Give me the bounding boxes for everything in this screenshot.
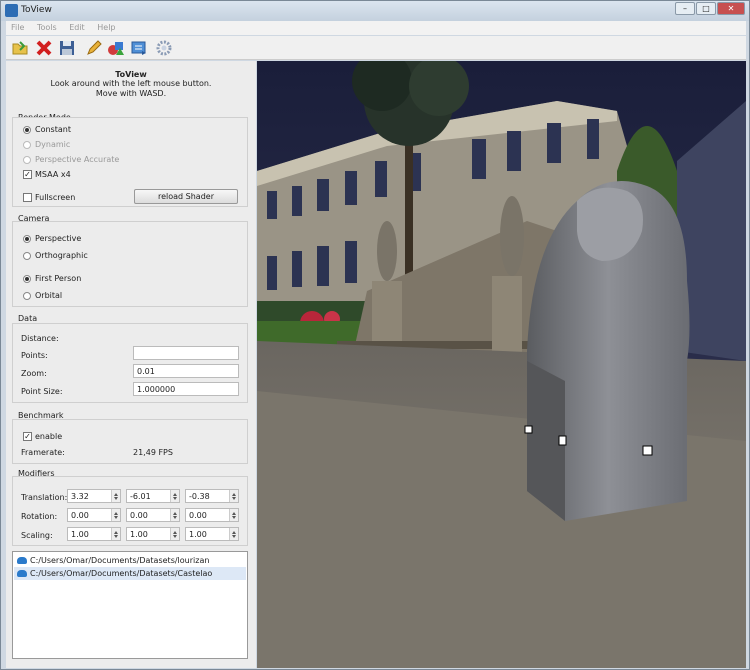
- spin-arrows-icon[interactable]: [229, 528, 238, 540]
- label-dynamic: Dynamic: [35, 140, 71, 149]
- app-window: ToView – □ ✕ File Tools Edit Help ToView…: [0, 0, 750, 670]
- dataset-path: C:/Users/Omar/Documents/Datasets/louriza…: [30, 556, 210, 565]
- settings-gear-icon[interactable]: [155, 39, 173, 57]
- benchmark-enable-checkbox[interactable]: ✓: [23, 432, 32, 441]
- point-cloud-render-image: [257, 61, 746, 668]
- scaling-z-value: 1.00: [189, 530, 207, 539]
- spin-arrows-icon[interactable]: [170, 490, 179, 502]
- rotation-label: Rotation:: [21, 512, 58, 521]
- msaa-checkbox[interactable]: ✓: [23, 170, 32, 179]
- translation-x-value: 3.32: [71, 492, 89, 501]
- dataset-list[interactable]: C:/Users/Omar/Documents/Datasets/louriza…: [12, 551, 248, 659]
- spin-arrows-icon[interactable]: [111, 509, 120, 521]
- points-field[interactable]: [133, 346, 239, 360]
- point-size-label: Point Size:: [21, 387, 63, 396]
- distance-label: Distance:: [21, 334, 59, 343]
- msaa-label: MSAA x4: [35, 170, 71, 179]
- data-group: Distance: Points: Zoom: 0.01 Point Size:…: [12, 323, 248, 403]
- open-folder-icon[interactable]: [11, 39, 29, 57]
- control-panel: ToView Look around with the left mouse b…: [6, 61, 256, 668]
- benchmark-enable-label: enable: [35, 432, 63, 441]
- framerate-value: 21,49 FPS: [133, 448, 173, 457]
- rotation-y-value: 0.00: [130, 511, 148, 520]
- camera-group: Perspective Orthographic First Person Or…: [12, 221, 248, 307]
- 3d-viewport[interactable]: [257, 61, 746, 668]
- rotation-y-spinbox[interactable]: 0.00: [126, 508, 180, 522]
- framerate-label: Framerate:: [21, 448, 65, 457]
- translation-y-spinbox[interactable]: -6.01: [126, 489, 180, 503]
- dataset-path: C:/Users/Omar/Documents/Datasets/Castela…: [30, 569, 213, 578]
- label-perspective-accurate: Perspective Accurate: [35, 155, 120, 164]
- label-orthographic: Orthographic: [35, 251, 88, 260]
- menu-file[interactable]: File: [6, 21, 29, 32]
- cloud-icon: [17, 570, 27, 577]
- render-mode-group: Constant Dynamic Perspective Accurate ✓ …: [12, 117, 248, 207]
- delete-x-icon[interactable]: [35, 39, 53, 57]
- zoom-field[interactable]: 0.01: [133, 364, 239, 378]
- spin-arrows-icon[interactable]: [229, 509, 238, 521]
- list-item[interactable]: C:/Users/Omar/Documents/Datasets/louriza…: [14, 554, 246, 567]
- data-label: Data: [18, 314, 38, 323]
- window-title: ToView: [21, 5, 52, 15]
- zoom-label: Zoom:: [21, 369, 47, 378]
- rotation-x-spinbox[interactable]: 0.00: [67, 508, 121, 522]
- toolbar: [6, 36, 746, 60]
- menu-bar: File Tools Edit Help: [6, 21, 746, 35]
- spin-arrows-icon[interactable]: [111, 528, 120, 540]
- title-bar: ToView – □ ✕: [1, 1, 749, 21]
- scaling-z-spinbox[interactable]: 1.00: [185, 527, 239, 541]
- scaling-x-value: 1.00: [71, 530, 89, 539]
- benchmark-group: ✓ enable Framerate: 21,49 FPS: [12, 419, 248, 464]
- translation-z-value: -0.38: [189, 492, 210, 501]
- label-first-person: First Person: [35, 274, 82, 283]
- point-size-field[interactable]: 1.000000: [133, 382, 239, 396]
- spin-arrows-icon[interactable]: [170, 509, 179, 521]
- menu-tools[interactable]: Tools: [32, 21, 62, 32]
- points-label: Points:: [21, 351, 48, 360]
- radio-orthographic[interactable]: [23, 252, 31, 260]
- menu-help[interactable]: Help: [92, 21, 120, 32]
- scaling-x-spinbox[interactable]: 1.00: [67, 527, 121, 541]
- rotation-z-spinbox[interactable]: 0.00: [185, 508, 239, 522]
- instructions-line-1: Look around with the left mouse button.: [50, 79, 212, 88]
- fullscreen-checkbox[interactable]: [23, 193, 32, 202]
- spin-arrows-icon[interactable]: [111, 490, 120, 502]
- cloud-icon: [17, 557, 27, 564]
- translation-label: Translation:: [21, 493, 68, 502]
- close-button[interactable]: ✕: [717, 2, 745, 15]
- scaling-y-value: 1.00: [130, 530, 148, 539]
- menu-edit[interactable]: Edit: [64, 21, 90, 32]
- radio-first-person[interactable]: [23, 275, 31, 283]
- app-icon: [5, 4, 18, 17]
- radio-orbital[interactable]: [23, 292, 31, 300]
- fullscreen-label: Fullscreen: [35, 193, 76, 202]
- label-constant: Constant: [35, 125, 71, 134]
- scaling-y-spinbox[interactable]: 1.00: [126, 527, 180, 541]
- rotation-x-value: 0.00: [71, 511, 89, 520]
- reload-shader-button[interactable]: reload Shader: [134, 189, 238, 204]
- spin-arrows-icon[interactable]: [170, 528, 179, 540]
- list-item[interactable]: C:/Users/Omar/Documents/Datasets/Castela…: [14, 567, 246, 580]
- export-icon[interactable]: [130, 39, 148, 57]
- minimize-button[interactable]: –: [675, 2, 695, 15]
- save-disk-icon[interactable]: [58, 39, 76, 57]
- maximize-button[interactable]: □: [696, 2, 716, 15]
- scaling-label: Scaling:: [21, 531, 53, 540]
- rotation-z-value: 0.00: [189, 511, 207, 520]
- instructions-line-2: Move with WASD.: [95, 89, 167, 98]
- radio-perspective-accurate[interactable]: [23, 156, 31, 164]
- pencil-icon[interactable]: [85, 39, 103, 57]
- translation-y-value: -6.01: [130, 492, 151, 501]
- label-perspective: Perspective: [35, 234, 82, 243]
- modifiers-group: Translation: 3.32 -6.01 -0.38 Rotation: …: [12, 476, 248, 546]
- spin-arrows-icon[interactable]: [229, 490, 238, 502]
- label-orbital: Orbital: [35, 291, 63, 300]
- radio-dynamic[interactable]: [23, 141, 31, 149]
- radio-constant[interactable]: [23, 126, 31, 134]
- radio-perspective[interactable]: [23, 235, 31, 243]
- translation-z-spinbox[interactable]: -0.38: [185, 489, 239, 503]
- shapes-icon[interactable]: [107, 39, 125, 57]
- translation-x-spinbox[interactable]: 3.32: [67, 489, 121, 503]
